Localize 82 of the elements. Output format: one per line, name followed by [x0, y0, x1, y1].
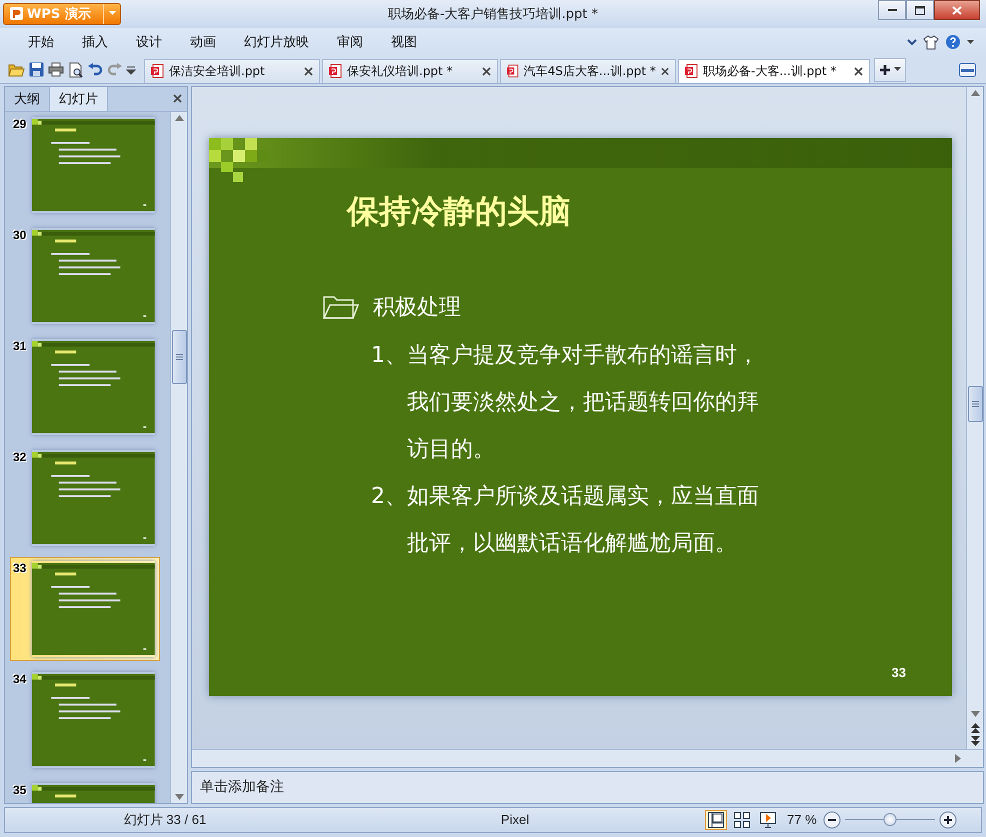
open-folder-icon[interactable] [8, 62, 25, 78]
menu-item[interactable]: 视图 [391, 33, 417, 52]
slide-thumbnail[interactable]: 34 [10, 668, 160, 772]
toolbar-dropdown-icon[interactable] [126, 64, 136, 75]
scrollbar-thumb[interactable] [172, 330, 186, 384]
next-slide-icon[interactable] [970, 736, 980, 746]
plus-icon [879, 64, 891, 76]
previous-slide-icon[interactable] [970, 722, 980, 733]
menu-item[interactable]: 开始 [28, 33, 54, 52]
slide-number: 32 [13, 450, 28, 464]
close-icon[interactable] [304, 66, 313, 76]
presentation-file-icon [329, 64, 342, 78]
close-icon[interactable] [660, 66, 669, 76]
help-icon[interactable] [945, 34, 961, 50]
undo-icon[interactable] [88, 62, 103, 77]
normal-view-button[interactable] [705, 810, 727, 830]
folder-icon [323, 294, 359, 319]
new-tab-button[interactable] [874, 58, 906, 82]
slide-sorter-button[interactable] [731, 810, 753, 830]
slide-thumbnail[interactable]: 32 [10, 446, 160, 550]
scroll-down-icon[interactable] [970, 710, 980, 717]
chevron-down-icon[interactable] [907, 38, 917, 46]
maximize-button[interactable] [906, 0, 934, 20]
panel-tab[interactable]: 幻灯片 [50, 86, 108, 111]
zoom-slider-thumb[interactable] [883, 813, 896, 826]
window-list-icon[interactable] [959, 62, 976, 77]
notes-placeholder[interactable]: 单击添加备注 [200, 778, 284, 796]
scroll-right-icon[interactable] [955, 754, 961, 763]
slide-number: 29 [13, 116, 28, 131]
slide-thumbnail[interactable]: 33 [10, 556, 160, 661]
slide-list-item: 2、如果客户所谈及话题属实，应当直面批评，以幽默话语化解尴尬局面。 [371, 482, 760, 558]
scroll-up-icon[interactable] [174, 114, 184, 121]
minimize-icon [888, 8, 896, 12]
scroll-down-icon[interactable] [174, 794, 184, 800]
document-tab[interactable]: 保安礼仪培训.ppt * [322, 58, 498, 83]
presentation-file-icon [151, 64, 164, 78]
slideshow-button[interactable] [757, 810, 779, 830]
slide-title: 保持冷静的头脑 [347, 190, 572, 232]
page-number: 33 [892, 664, 906, 680]
maximize-icon [915, 6, 925, 14]
slide-thumbnail[interactable]: 30 [10, 224, 160, 328]
zoom-out-button[interactable] [822, 810, 841, 829]
slide-thumbnail[interactable]: 35 [10, 778, 160, 803]
window-title: 职场必备-大客户销售技巧培训.ppt * [388, 6, 598, 22]
slide-number: 31 [13, 338, 28, 353]
zoom-level: 77 % [787, 812, 817, 828]
slide-thumbnail[interactable]: 31 [10, 334, 160, 439]
caret-icon[interactable] [894, 67, 901, 72]
minimize-button[interactable] [878, 0, 906, 20]
slide-number: 34 [13, 672, 28, 686]
close-icon[interactable] [854, 66, 863, 76]
close-icon[interactable] [173, 94, 182, 104]
menu-item[interactable]: 审阅 [337, 33, 363, 52]
slide-heading: 积极处理 [373, 294, 461, 322]
scrollbar-thumb[interactable] [968, 386, 982, 422]
scroll-up-icon[interactable] [970, 90, 980, 96]
shirt-icon[interactable] [923, 34, 939, 50]
theme-name: Pixel [500, 812, 530, 828]
menu-item[interactable]: 插入 [82, 33, 108, 52]
presentation-file-icon [685, 64, 698, 78]
close-icon [952, 6, 962, 14]
save-icon[interactable] [29, 62, 44, 78]
caret-icon[interactable] [967, 40, 974, 45]
menu-item[interactable]: 幻灯片放映 [244, 33, 309, 52]
menu-item[interactable]: 设计 [136, 33, 162, 52]
print-preview-icon[interactable] [68, 62, 84, 78]
slide-list-item: 1、当客户提及竞争对手散布的谣言时，我们要淡然处之，把话题转回你的拜访目的。 [371, 342, 760, 464]
zoom-in-button[interactable] [938, 810, 957, 829]
slide-number: 35 [13, 782, 28, 797]
presentation-file-icon [507, 64, 519, 78]
close-button[interactable] [934, 0, 980, 20]
menu-item[interactable]: 动画 [190, 33, 216, 52]
logo-icon [10, 7, 23, 20]
close-icon[interactable] [482, 66, 491, 76]
print-icon[interactable] [48, 62, 64, 78]
slide-number: 33 [13, 560, 28, 575]
document-tab[interactable]: 保洁安全培训.ppt [144, 58, 320, 83]
document-tab[interactable]: 汽车4S店大客...训.ppt * [500, 58, 676, 83]
slide-number: 30 [13, 228, 28, 242]
slide-thumbnail[interactable]: 29 [10, 112, 160, 217]
document-tab[interactable]: 职场必备-大客...训.ppt * [678, 58, 870, 83]
slide-counter: 幻灯片 33 / 61 [122, 810, 208, 829]
